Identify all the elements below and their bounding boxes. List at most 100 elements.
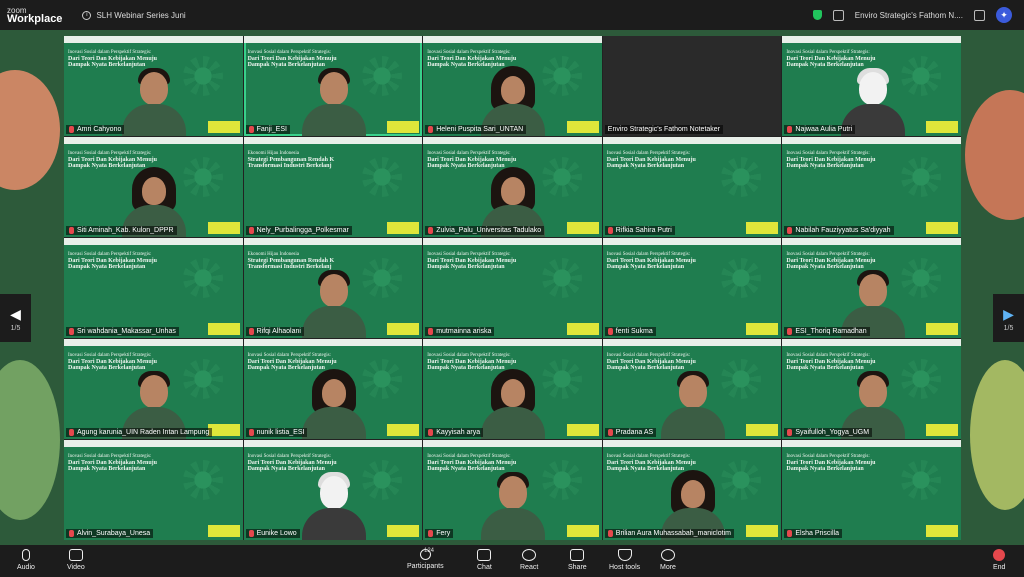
slide-text: Inovasi Sosial dalam Perspektif Strategi… xyxy=(786,454,875,472)
edit-icon[interactable] xyxy=(974,9,985,21)
slide-header-strip xyxy=(423,36,602,43)
slide-line: Dampak Nyata Berkelanjutan xyxy=(68,264,146,270)
slide-flower-graphic xyxy=(362,359,403,399)
video-tile[interactable]: Inovasi Sosial dalam Perspektif Strategi… xyxy=(782,36,961,136)
slide-header-strip xyxy=(782,238,961,245)
video-tile[interactable]: Ekonomi Hijau Indonesia Strategi Pembangu… xyxy=(243,238,423,338)
slide-line: Dampak Nyata Berkelanjutan xyxy=(606,264,685,270)
video-tile[interactable]: Inovasi Sosial dalam Perspektif Strategi… xyxy=(423,238,602,338)
host-tools-button[interactable]: Host tools xyxy=(609,549,640,571)
slide-text: Inovasi Sosial dalam Perspektif Strategi… xyxy=(786,151,875,169)
mic-muted-icon xyxy=(248,328,254,335)
sustainability-badge xyxy=(387,121,420,133)
video-tile[interactable]: Inovasi Sosial dalam Perspektif Strategi… xyxy=(243,36,423,136)
next-page-button[interactable]: ▶ 1/5 xyxy=(993,294,1024,342)
slide-flower-graphic xyxy=(182,157,223,197)
participant-name-tag: nunik listia_ESI xyxy=(245,428,308,437)
video-tile[interactable]: Inovasi Sosial dalam Perspektif Strategi… xyxy=(243,440,423,540)
slide-text: Inovasi Sosial dalam Perspektif Strategi… xyxy=(607,151,696,169)
participant-name-tag: mutmainna ariska xyxy=(425,327,495,336)
slide-flower-graphic xyxy=(901,157,941,197)
sustainability-badge xyxy=(387,323,420,335)
figure-head xyxy=(858,375,887,408)
participant-name: Rifkia Sahira Putri xyxy=(615,227,672,234)
notetaker-label[interactable]: Enviro Strategic's Fathom N.... xyxy=(855,11,963,20)
video-tile[interactable]: Inovasi Sosial dalam Perspektif Strategi… xyxy=(423,339,602,439)
slide-header-strip xyxy=(243,137,423,144)
slide-header-strip xyxy=(64,440,243,447)
video-tile[interactable]: Inovasi Sosial dalam Perspektif Strategi… xyxy=(64,36,243,136)
slide-header-strip xyxy=(602,238,782,245)
participant-name-tag: Enviro Strategic's Fathom Notetaker xyxy=(604,125,724,134)
figure-body xyxy=(301,104,366,136)
background-leaf xyxy=(970,360,1024,510)
participant-name: Amri Cahyono xyxy=(77,126,122,133)
chat-label: Chat xyxy=(477,564,492,571)
slide-header-strip xyxy=(64,137,243,144)
video-tile[interactable]: Inovasi Sosial dalam Perspektif Strategi… xyxy=(64,339,243,439)
slide-flower-graphic xyxy=(721,258,762,298)
figure-head xyxy=(321,379,346,407)
video-tile[interactable]: Inovasi Sosial dalam Perspektif Strategi… xyxy=(64,238,243,338)
ai-companion-icon[interactable]: ✦ xyxy=(996,7,1012,23)
video-tile[interactable]: Enviro Strategic's Fathom Notetaker xyxy=(602,36,782,136)
slide-header-strip xyxy=(423,440,602,447)
slide-flower-graphic xyxy=(541,258,582,298)
video-tile[interactable]: Inovasi Sosial dalam Perspektif Strategi… xyxy=(782,339,961,439)
info-icon: i xyxy=(82,10,92,20)
title-bar: zoom Workplace i SLH Webinar Series Juni… xyxy=(0,0,1024,30)
mic-muted-icon xyxy=(787,530,793,537)
video-tile[interactable]: Inovasi Sosial dalam Perspektif Strategi… xyxy=(64,440,243,540)
video-tile[interactable]: Inovasi Sosial dalam Perspektif Strategi… xyxy=(423,137,602,237)
share-button[interactable]: Share xyxy=(568,549,587,571)
prev-page-button[interactable]: ◀ 1/5 xyxy=(0,294,31,342)
video-tile[interactable]: Inovasi Sosial dalam Perspektif Strategi… xyxy=(602,339,782,439)
video-tile[interactable]: Inovasi Sosial dalam Perspektif Strategi… xyxy=(602,137,782,237)
participant-name-tag: Alvin_Surabaya_Unesa xyxy=(66,529,154,538)
participant-name-tag: Zulvia_Palu_Universitas Tadulako xyxy=(425,226,545,235)
participant-figure xyxy=(657,369,727,439)
figure-head xyxy=(501,379,526,407)
end-button[interactable]: End xyxy=(993,549,1005,571)
meeting-info-button[interactable]: i SLH Webinar Series Juni xyxy=(82,10,186,20)
slide-flower-graphic xyxy=(182,359,223,399)
video-tile[interactable]: Inovasi Sosial dalam Perspektif Strategi… xyxy=(782,440,961,540)
background-leaf xyxy=(965,90,1024,220)
figure-head xyxy=(499,476,528,509)
sustainability-badge xyxy=(387,424,420,436)
sustainability-badge xyxy=(566,121,599,133)
video-tile[interactable]: Inovasi Sosial dalam Perspektif Strategi… xyxy=(243,339,423,439)
fullscreen-icon[interactable] xyxy=(832,9,844,21)
figure-head xyxy=(858,274,887,307)
video-tile[interactable]: Ekonomi Hijau Indonesia Strategi Pembangu… xyxy=(243,137,423,237)
slide-flower-graphic xyxy=(362,460,403,500)
react-label: React xyxy=(520,564,539,571)
slide-flower-graphic xyxy=(721,460,762,500)
slide-flower-graphic xyxy=(182,258,223,298)
slide-flower-graphic xyxy=(721,359,762,399)
encryption-shield-icon[interactable] xyxy=(812,10,822,20)
video-tile[interactable]: Inovasi Sosial dalam Perspektif Strategi… xyxy=(423,36,602,136)
slide-header-strip xyxy=(423,238,602,245)
participants-button[interactable]: 124 Participants xyxy=(407,548,444,570)
react-button[interactable]: React xyxy=(520,549,538,571)
video-tile[interactable]: Inovasi Sosial dalam Perspektif Strategi… xyxy=(602,238,782,338)
audio-button[interactable]: Audio xyxy=(17,549,35,571)
participant-name: ESI_Thoriq Ramadhan xyxy=(795,328,867,335)
participant-name: fenti Sukma xyxy=(615,328,653,335)
audio-label: Audio xyxy=(17,564,35,571)
slide-header-strip xyxy=(782,339,961,346)
video-tile[interactable]: Inovasi Sosial dalam Perspektif Strategi… xyxy=(782,238,961,338)
video-tile[interactable]: Inovasi Sosial dalam Perspektif Strategi… xyxy=(423,440,602,540)
video-tile[interactable]: Inovasi Sosial dalam Perspektif Strategi… xyxy=(602,440,782,540)
video-tile[interactable]: Inovasi Sosial dalam Perspektif Strategi… xyxy=(782,137,961,237)
participant-name: mutmainna ariska xyxy=(436,328,492,335)
video-tile[interactable]: Inovasi Sosial dalam Perspektif Strategi… xyxy=(64,137,243,237)
chat-button[interactable]: Chat xyxy=(477,549,492,571)
slide-line: Dampak Nyata Berkelanjutan xyxy=(786,163,864,169)
slide-flower-graphic xyxy=(362,258,403,298)
figure-head xyxy=(140,375,169,408)
more-button[interactable]: More xyxy=(660,549,676,571)
video-button[interactable]: Video xyxy=(67,549,85,571)
meeting-title: SLH Webinar Series Juni xyxy=(96,10,186,20)
